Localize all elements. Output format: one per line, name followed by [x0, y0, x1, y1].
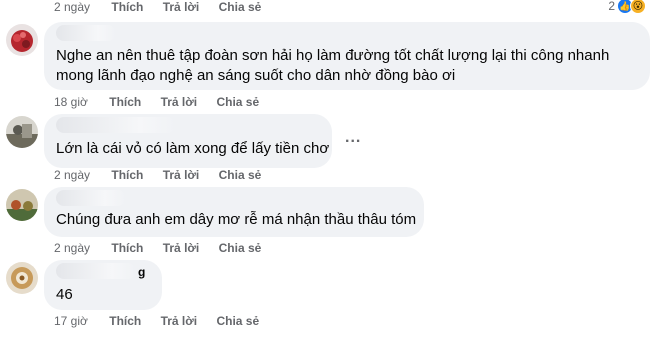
comment-text-line: 46 — [56, 286, 73, 303]
author-name-blurred[interactable] — [56, 190, 126, 206]
share-link[interactable]: Chia sẻ — [219, 241, 262, 255]
share-link[interactable]: Chia sẻ — [216, 95, 259, 109]
wow-icon: 😮 — [630, 0, 646, 14]
avatar[interactable] — [6, 116, 38, 148]
author-name-blurred[interactable] — [56, 117, 176, 133]
avatar-image — [6, 24, 38, 56]
comment-bubble: Nghe an nên thuê tập đoàn sơn hải họ làm… — [44, 22, 650, 90]
avatar[interactable] — [6, 24, 38, 56]
comment-text-line: mong lãnh đạo nghệ an sáng suốt cho dân … — [56, 67, 456, 84]
comment-time[interactable]: 18 giờ — [54, 95, 88, 109]
avatar-image — [6, 189, 38, 221]
avatar-image — [6, 116, 38, 148]
share-link[interactable]: Chia sẻ — [216, 314, 259, 328]
comment-text-line: Nghe an nên thuê tập đoàn sơn hải họ làm… — [56, 47, 610, 64]
comment-actions: 2 ngày Thích Trả lời Chia sẻ — [54, 241, 261, 255]
comment-time[interactable]: 2 ngày — [54, 168, 90, 182]
more-options-icon[interactable]: ... — [345, 129, 361, 147]
comment-actions: 18 giờ Thích Trả lời Chia sẻ — [54, 95, 259, 109]
reaction-count: 2 — [608, 0, 615, 13]
share-link[interactable]: Chia sẻ — [219, 168, 262, 182]
comment-actions-top: 2 ngày Thích Trả lời Chia sẻ — [54, 0, 261, 14]
reply-link[interactable]: Trả lời — [161, 314, 198, 328]
comment-bubble: Chúng đưa anh em dây mơ rễ má nhận thầu … — [44, 187, 424, 237]
avatar[interactable] — [6, 189, 38, 221]
comment-text-line: Lớn là cái vỏ có làm xong để lấy tiền ch… — [56, 140, 330, 157]
comment-bubble: Lớn là cái vỏ có làm xong để lấy tiền ch… — [44, 114, 332, 168]
reaction-summary[interactable]: 2 👍 😮 — [608, 0, 646, 14]
author-name-fragment: g — [138, 265, 146, 279]
like-link[interactable]: Thích — [109, 95, 141, 109]
comment-time[interactable]: 17 giờ — [54, 314, 88, 328]
reply-link[interactable]: Trả lời — [163, 241, 200, 255]
comment-time[interactable]: 2 ngày — [54, 241, 90, 255]
comment-bubble: g 46 — [44, 260, 162, 310]
comment-actions: 17 giờ Thích Trả lời Chia sẻ — [54, 314, 259, 328]
like-link[interactable]: Thích — [111, 168, 143, 182]
author-name-blurred[interactable] — [56, 25, 116, 41]
avatar-image — [6, 262, 38, 294]
like-link[interactable]: Thích — [111, 0, 143, 14]
comment-actions: 2 ngày Thích Trả lời Chia sẻ — [54, 168, 261, 182]
like-link[interactable]: Thích — [109, 314, 141, 328]
author-name-blurred[interactable] — [56, 263, 136, 279]
avatar[interactable] — [6, 262, 38, 294]
reply-link[interactable]: Trả lời — [161, 95, 198, 109]
reply-link[interactable]: Trả lời — [163, 168, 200, 182]
like-link[interactable]: Thích — [111, 241, 143, 255]
comment-text-line: Chúng đưa anh em dây mơ rễ má nhận thầu … — [56, 211, 417, 228]
reply-link[interactable]: Trả lời — [163, 0, 200, 14]
share-link[interactable]: Chia sẻ — [219, 0, 262, 14]
comment-time[interactable]: 2 ngày — [54, 0, 90, 14]
